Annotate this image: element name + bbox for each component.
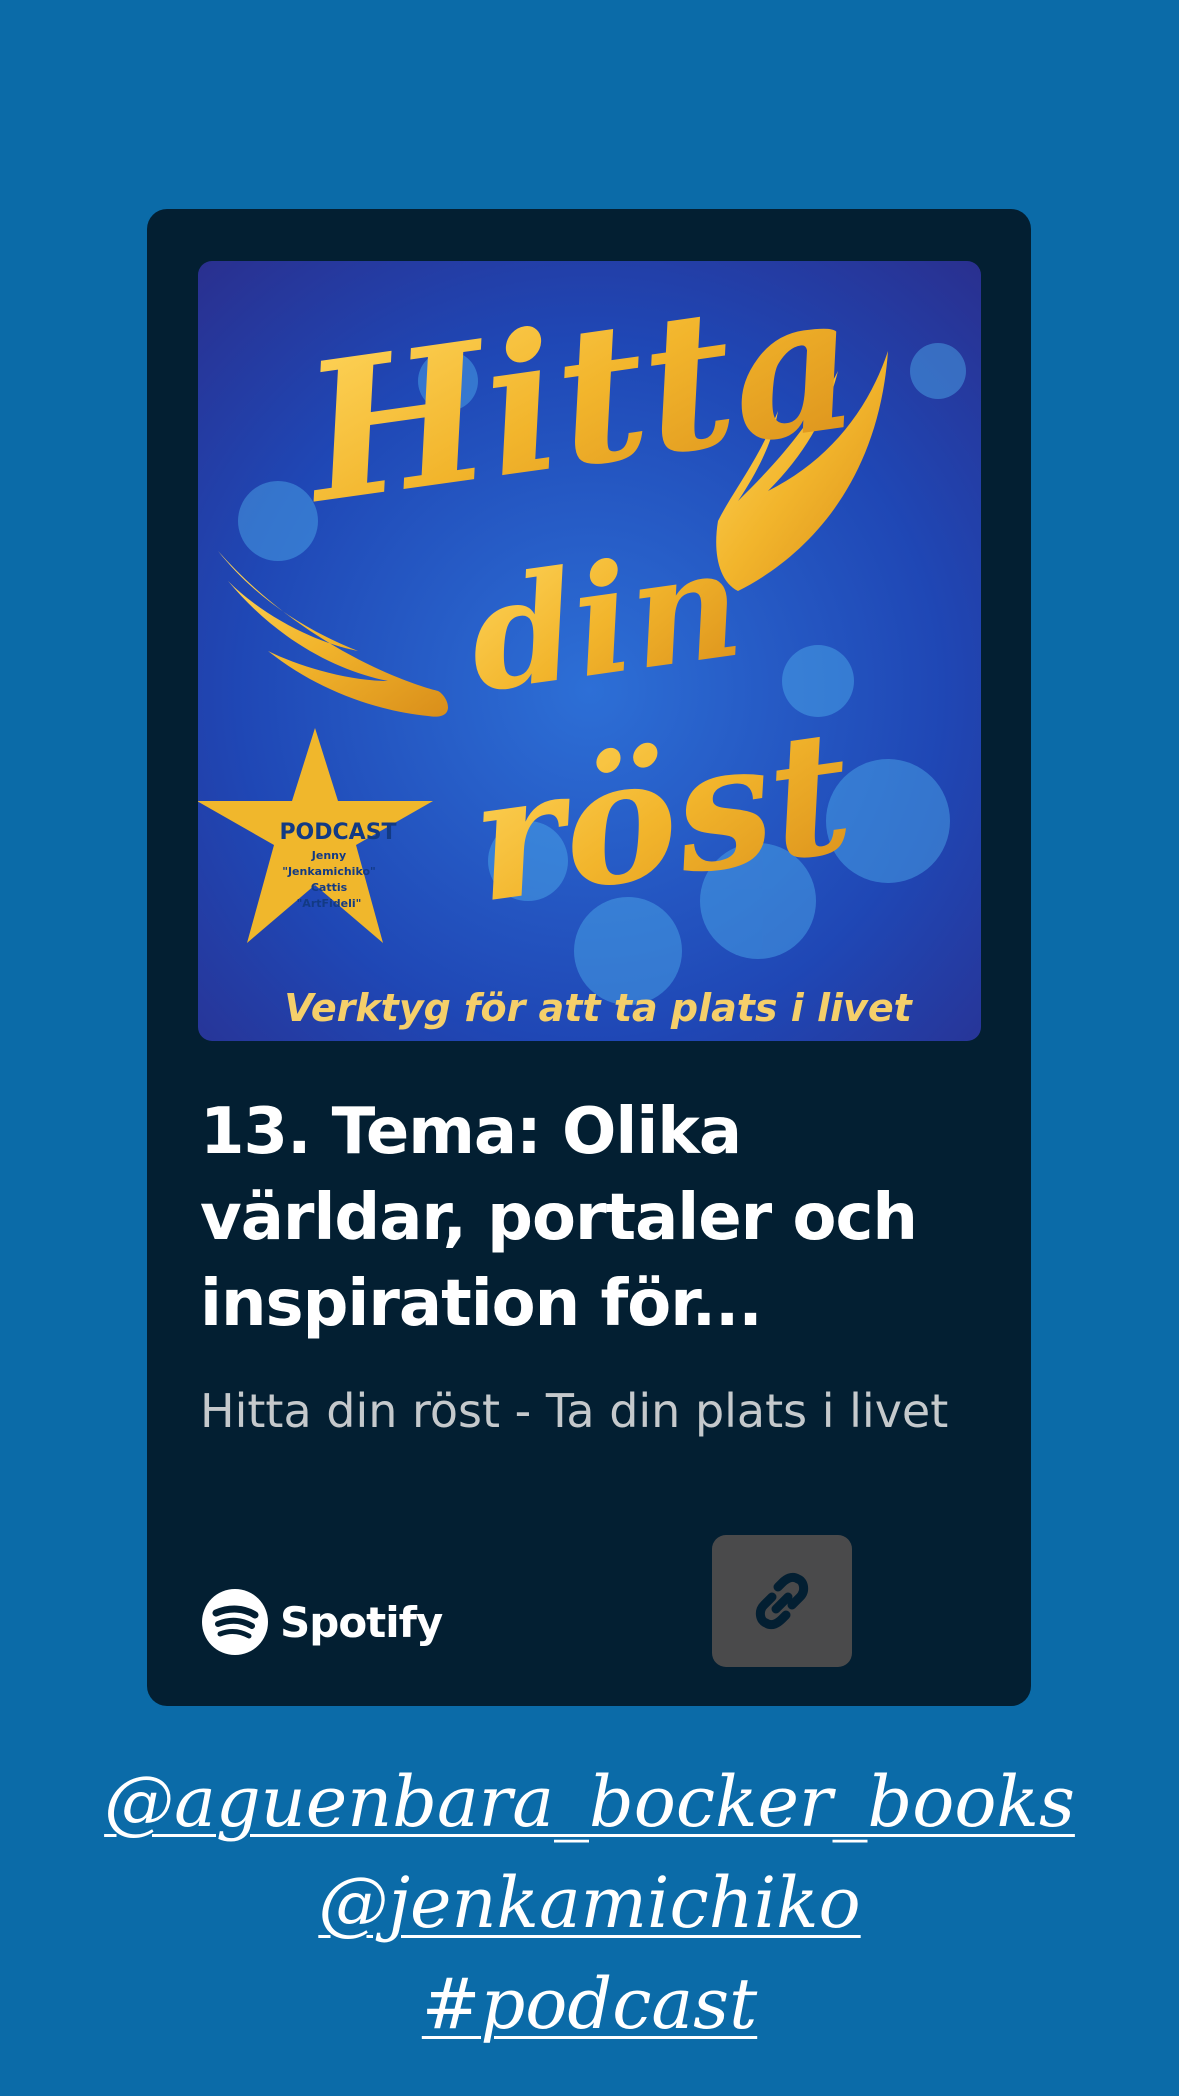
mention-aguenbara-bocker-books[interactable]: @aguenbara_bocker_books xyxy=(0,1752,1179,1853)
spotify-wordmark: Spotify xyxy=(280,1597,443,1647)
mention-jenkamichiko[interactable]: @jenkamichiko xyxy=(0,1853,1179,1954)
svg-text:Jenny: Jenny xyxy=(311,849,346,862)
spotify-episode-card[interactable]: Hitta din röst PODCAST Jenny "Jenkamichi… xyxy=(147,209,1031,1706)
link-icon xyxy=(755,1572,809,1630)
cover-title-line2: din xyxy=(459,515,752,727)
link-button[interactable] xyxy=(712,1535,852,1667)
show-name[interactable]: Hitta din röst - Ta din plats i livet xyxy=(200,1377,960,1445)
svg-text:"ArtFideli": "ArtFideli" xyxy=(297,897,362,910)
svg-text:Cattis: Cattis xyxy=(311,881,348,894)
spotify-logo[interactable]: Spotify xyxy=(202,1589,443,1655)
svg-text:"Jenkamichiko": "Jenkamichiko" xyxy=(282,865,376,878)
episode-title[interactable]: 13. Tema: Olika världar, portaler och in… xyxy=(200,1089,1000,1347)
svg-text:PODCAST: PODCAST xyxy=(279,820,396,845)
caption-tags: @aguenbara_bocker_books @jenkamichiko #p… xyxy=(0,1752,1179,2055)
hashtag-podcast[interactable]: #podcast xyxy=(0,1954,1179,2055)
spotify-icon xyxy=(202,1589,268,1655)
podcast-cover-art: Hitta din röst PODCAST Jenny "Jenkamichi… xyxy=(198,261,981,1041)
cover-tagline: Verktyg för att ta plats i livet xyxy=(284,986,913,1030)
